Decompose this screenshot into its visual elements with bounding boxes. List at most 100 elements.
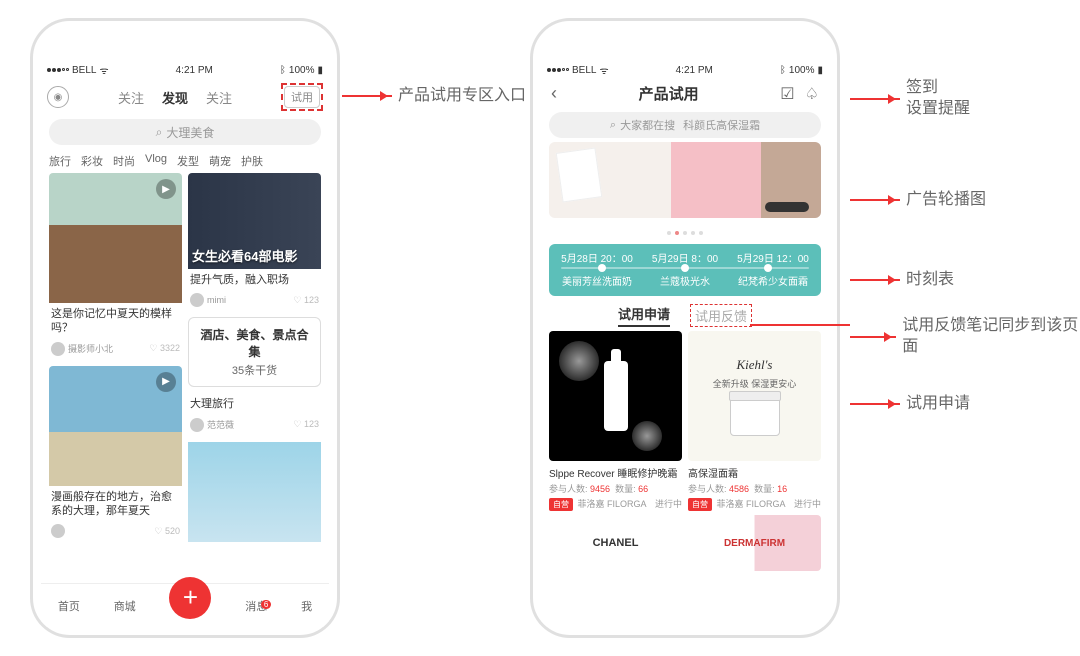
product-grid: Slppe Recover 睡眠修护晚霜 参与人数: 9456 数量: 66 自… — [541, 331, 829, 511]
product-image[interactable] — [549, 331, 682, 461]
phone-mockup-right: BELL ᯤ 4:21 PM ᛒ 100% ▮ ‹ 产品试用 ☑ ♤ ⌕ 大家都… — [530, 18, 840, 638]
cat-travel[interactable]: 旅行 — [49, 153, 71, 169]
like-count[interactable]: ♡ 123 — [293, 419, 319, 430]
page-title: 产品试用 — [639, 83, 699, 104]
battery-label: 100% — [289, 65, 315, 76]
search-icon: ⌕ — [610, 119, 616, 132]
feed-card[interactable]: 大理旅行 范范薇 ♡ 123 — [188, 393, 321, 435]
tab-follow2[interactable]: 关注 — [206, 88, 232, 107]
category-tabs[interactable]: 旅行 彩妆 时尚 Vlog 发型 萌宠 护肤 — [41, 149, 329, 173]
brand-chanel[interactable]: CHANEL — [549, 515, 682, 571]
schedule-table[interactable]: 5月28日 20：00 5月29日 8：00 5月29日 12：00 美丽芳丝洗… — [549, 244, 821, 296]
anno-line — [750, 324, 850, 326]
cat-skin[interactable]: 护肤 — [241, 153, 263, 169]
product-meta: 参与人数: 4586 数量: 16 — [688, 482, 821, 495]
sched-time1: 5月28日 20：00 — [553, 250, 641, 265]
avatar — [190, 418, 204, 432]
feed-card[interactable]: ▶ 漫画般存在的地方，治愈系的大理，那年夏天 ♡ 520 — [49, 366, 182, 543]
nav-me[interactable]: 我 — [301, 598, 312, 614]
battery-icon: ▮ — [817, 65, 823, 76]
trial-button[interactable]: 试用 — [284, 86, 320, 108]
annotation-carousel: 广告轮播图 — [850, 190, 986, 211]
self-tag: 自营 — [688, 498, 712, 511]
sched-product2: 兰蔻极光水 — [641, 273, 729, 288]
app-logo-icon[interactable]: ◉ — [47, 86, 69, 108]
bottle-icon — [604, 361, 628, 431]
calendar-icon[interactable]: ☑ — [780, 84, 794, 104]
like-count[interactable]: ♡ 520 — [154, 526, 180, 537]
overlay-text: 女生必看64部电影 — [192, 246, 297, 265]
feed-grid: ▶ 这是你记忆中夏天的模样吗？ 摄影师小北 ♡ 3322 ▶ 漫画般存在的地方，… — [41, 173, 329, 542]
msg-badge: 6 — [261, 600, 271, 609]
card-title: 漫画般存在的地方，治愈系的大理，那年夏天 — [49, 486, 182, 523]
wifi-icon: ᯤ — [99, 63, 108, 77]
feed-image[interactable] — [188, 442, 321, 542]
status-bar: BELL ᯤ 4:21 PM ᛒ 100% ▮ — [541, 61, 829, 79]
cat-fashion[interactable]: 时尚 — [113, 153, 135, 169]
cat-makeup[interactable]: 彩妆 — [81, 153, 103, 169]
wifi-icon: ᯤ — [599, 63, 608, 77]
battery-icon: ▮ — [317, 65, 323, 76]
feed-card[interactable]: 女生必看64部电影 提升气质，融入职场 mimi ♡ 123 — [188, 173, 321, 311]
self-tag: 自营 — [549, 498, 573, 511]
nav-messages[interactable]: 消息6 — [245, 598, 267, 614]
tab-follow[interactable]: 关注 — [118, 88, 144, 107]
cat-pet[interactable]: 萌宠 — [209, 153, 231, 169]
author-name: mimi — [207, 295, 226, 305]
product-brand: 自营 菲洛嘉 FILORGA 进行中 — [688, 497, 821, 511]
bell-icon[interactable]: ♤ — [805, 84, 819, 104]
cat-hair[interactable]: 发型 — [177, 153, 199, 169]
play-icon[interactable]: ▶ — [156, 372, 176, 392]
avatar — [190, 293, 204, 307]
search-input[interactable]: ⌕ 大家都在搜 科颜氏高保湿霜 — [549, 112, 821, 138]
tab-feedback[interactable]: 试用反馈 — [690, 304, 752, 327]
sched-time3: 5月29日 12：00 — [729, 250, 817, 265]
search-icon: ⌕ — [156, 125, 163, 140]
tab-apply[interactable]: 试用申请 — [618, 304, 670, 327]
sched-time2: 5月29日 8：00 — [641, 250, 729, 265]
card-title: 提升气质，融入职场 — [188, 269, 321, 291]
top-nav-tabs: 关注 发现 关注 — [73, 88, 277, 107]
product-brand: 自营 菲洛嘉 FILORGA 进行中 — [549, 497, 682, 511]
bluetooth-icon: ᛒ — [780, 65, 786, 76]
search-hint: 科颜氏高保湿霜 — [683, 117, 760, 133]
collection-card[interactable]: 酒店、美食、景点合集 35条干货 — [188, 317, 321, 387]
product-title: 高保湿面霜 — [688, 465, 821, 480]
brand-dermafirm[interactable]: DERMAFIRM — [688, 515, 821, 571]
annotation-trial-entry: 产品试用专区入口 — [342, 86, 526, 107]
cat-vlog[interactable]: Vlog — [145, 153, 167, 169]
card-title: 这是你记忆中夏天的模样吗？ — [49, 303, 182, 340]
search-input[interactable]: ⌕ 大理美食 — [49, 119, 321, 145]
product-meta: 参与人数: 9456 数量: 66 — [549, 482, 682, 495]
header: ◉ 关注 发现 关注 试用 — [41, 79, 329, 115]
sched-product1: 美丽芳丝洗面奶 — [553, 273, 641, 288]
status-bar: BELL ᯤ 4:21 PM ᛒ 100% ▮ — [41, 61, 329, 79]
like-count[interactable]: ♡ 3322 — [149, 343, 180, 354]
trial-entry-highlight: 试用 — [281, 83, 323, 111]
phone-mockup-left: BELL ᯤ 4:21 PM ᛒ 100% ▮ ◉ 关注 发现 关注 试用 ⌕ … — [30, 18, 340, 638]
time-label: 4:21 PM — [676, 65, 713, 76]
product-image[interactable]: Kiehl's 全新升级 保湿更安心 — [688, 331, 821, 461]
time-label: 4:21 PM — [176, 65, 213, 76]
card-title: 大理旅行 — [188, 393, 321, 415]
kiehls-logo: Kiehl's — [736, 357, 772, 373]
avatar — [51, 524, 65, 538]
carousel-dots — [541, 222, 829, 240]
nav-store[interactable]: 商城 — [114, 598, 136, 614]
add-button[interactable]: + — [169, 577, 211, 619]
carrier-label: BELL — [572, 65, 596, 76]
product-title: Slppe Recover 睡眠修护晚霜 — [549, 465, 682, 480]
like-count[interactable]: ♡ 123 — [293, 295, 319, 306]
tab-discover[interactable]: 发现 — [162, 88, 188, 107]
search-placeholder: 大理美食 — [166, 124, 214, 141]
collection-title: 酒店、美食、景点合集 — [197, 326, 312, 360]
play-icon[interactable]: ▶ — [156, 179, 176, 199]
nav-home[interactable]: 首页 — [58, 598, 80, 614]
battery-label: 100% — [789, 65, 815, 76]
ad-carousel[interactable] — [549, 142, 821, 218]
sched-product3: 纪梵希少女面霜 — [729, 273, 817, 288]
annotation-apply: 试用申请 — [850, 394, 970, 415]
feed-card[interactable]: ▶ 这是你记忆中夏天的模样吗？ 摄影师小北 ♡ 3322 — [49, 173, 182, 360]
back-button[interactable]: ‹ — [551, 83, 557, 104]
avatar — [51, 342, 65, 356]
